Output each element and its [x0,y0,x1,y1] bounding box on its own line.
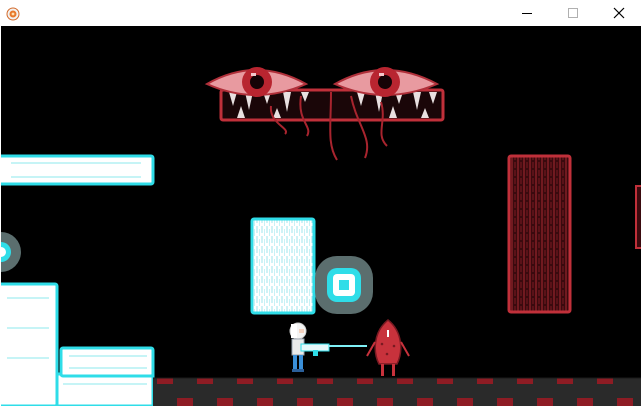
game-window [0,0,642,407]
app-orange-icon [6,6,20,21]
floating-eyes-boss [204,67,445,161]
cyan-ice-block [250,217,316,315]
minimize-icon [522,13,532,14]
cyan-ice-platform [1,154,155,186]
hazard-floor [153,377,641,406]
close-button[interactable] [596,0,642,26]
red-crusher-block [507,154,572,314]
white-haired-gunner [289,322,367,372]
game-scene [1,67,641,406]
title-bar[interactable] [0,0,642,26]
maximize-icon [568,8,578,18]
minimize-button[interactable] [504,0,550,26]
game-viewport[interactable] [1,26,641,406]
maximize-button[interactable] [550,0,596,26]
cyan-ice-platform [1,282,155,406]
cyan-ice-platform [59,346,155,378]
red-squid-creature [366,319,410,376]
red-wall-edge [635,185,641,249]
cyan-ring-pickup [315,256,373,314]
cyan-ring-pickup [1,232,21,272]
close-icon [613,7,625,19]
